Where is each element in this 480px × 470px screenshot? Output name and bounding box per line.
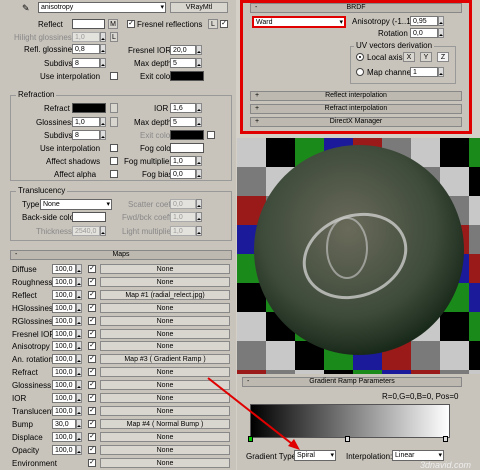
annotation-arrow bbox=[207, 377, 300, 450]
watermark: 3dnavid.com bbox=[420, 460, 472, 470]
